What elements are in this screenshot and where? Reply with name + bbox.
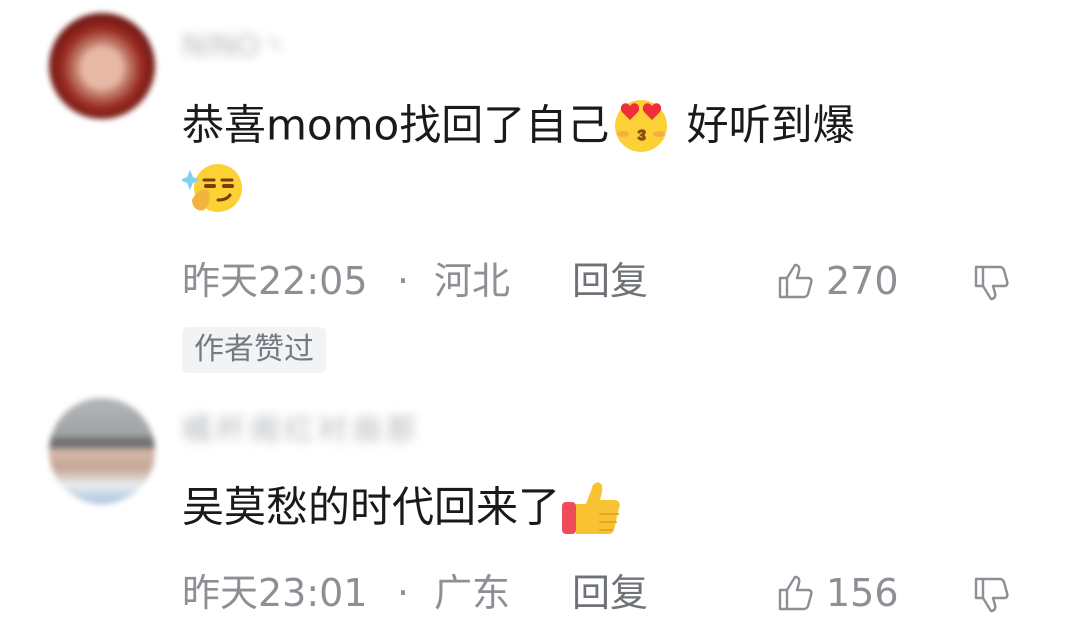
thumbs-up-icon — [778, 575, 813, 611]
like-button[interactable]: 270 — [776, 255, 926, 307]
dislike-button[interactable] — [972, 255, 1022, 307]
reply-button[interactable]: 回复 — [572, 255, 648, 307]
thumbs-up-icon — [778, 263, 813, 299]
comment-meta: 昨天22:05 · 河北 回复 270 — [182, 255, 1042, 307]
comment-text-part-2: 好听到爆 — [673, 100, 855, 150]
comment-text-part: 吴莫愁的时代回来了 — [182, 482, 561, 532]
comment-time: 昨天23:01 — [182, 571, 368, 615]
like-count: 156 — [826, 571, 899, 615]
comment-item: 橘杆阁红衬扇那 吴莫愁的时代回来了 昨天23:01 · 广东 回复 156 — [0, 390, 1080, 634]
meta-separator: · — [397, 571, 410, 615]
heart-eyes-kiss-emoji — [615, 100, 668, 152]
like-button[interactable]: 156 — [776, 567, 926, 619]
comment-text: 吴莫愁的时代回来了 — [182, 478, 1002, 542]
comment-region: 广东 — [434, 571, 511, 615]
dislike-button[interactable] — [972, 567, 1022, 619]
author-liked-badge: 作者赞过 — [182, 327, 326, 373]
thumbs-down-icon — [974, 577, 1009, 613]
smirk-emoji — [182, 164, 242, 212]
comment-region: 河北 — [434, 259, 511, 303]
reply-button[interactable]: 回复 — [572, 567, 648, 619]
thumbs-down-icon — [974, 265, 1009, 301]
comment-time: 昨天22:05 — [182, 259, 368, 303]
avatar[interactable] — [49, 398, 155, 504]
thumbs-up-emoji — [562, 482, 620, 534]
comment-text: 恭喜momo找回了自己 好听到爆 — [182, 96, 1002, 224]
meta-separator: · — [397, 259, 410, 303]
like-count: 270 — [826, 259, 899, 303]
username[interactable]: 橘杆阁红衬扇那 — [182, 414, 420, 448]
comment-meta: 昨天23:01 · 广东 回复 156 — [182, 567, 1042, 619]
comment-text-part: 恭喜momo找回了自己 — [182, 100, 610, 150]
comment-item: NINO丶 恭喜momo找回了自己 好听到爆 昨天22:05 · 河北 回复 2… — [0, 0, 1080, 385]
username[interactable]: NINO丶 — [182, 30, 289, 64]
avatar[interactable] — [49, 13, 155, 119]
